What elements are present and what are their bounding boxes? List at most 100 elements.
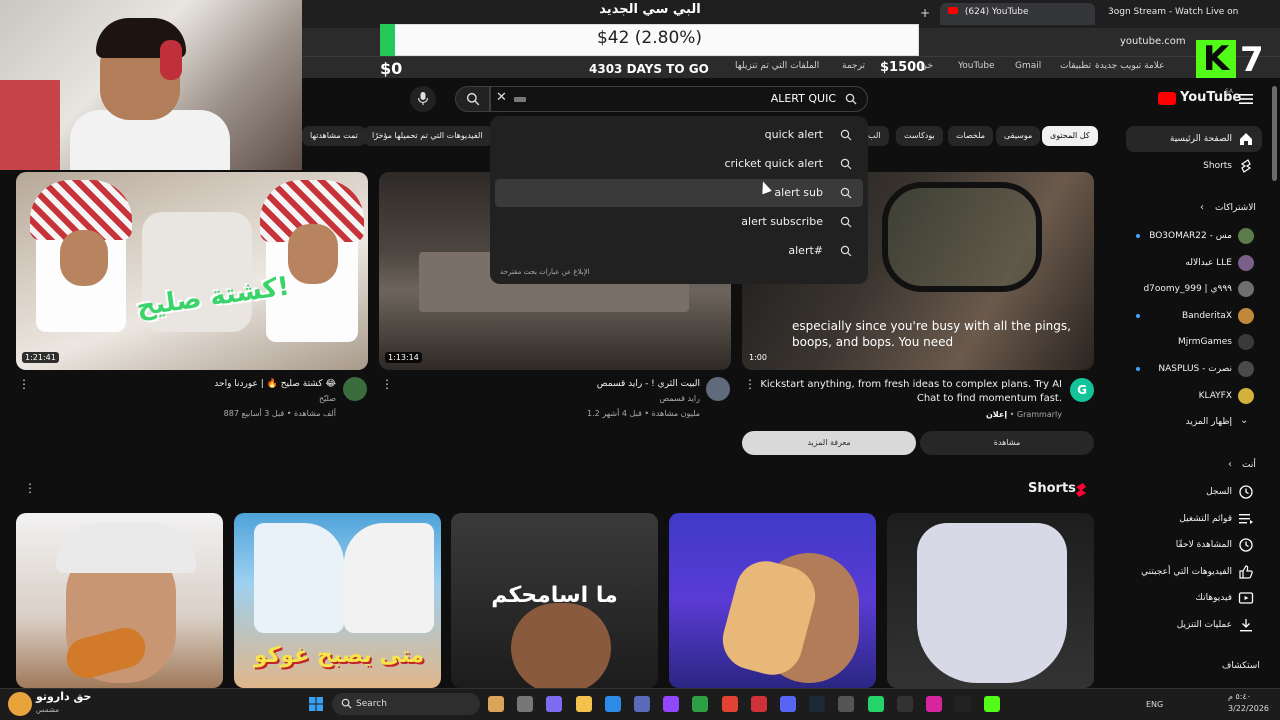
report-suggestions-link[interactable]: الإبلاغ عن عبارات بحث مقترحة — [500, 268, 590, 276]
new-content-dot — [1136, 313, 1140, 318]
bookmark-translate[interactable]: ترجمة — [842, 61, 865, 71]
home-icon — [1240, 133, 1252, 145]
search-icon — [845, 93, 857, 105]
video-title[interactable]: البيت الثري ! - رايد قسمص — [520, 379, 700, 389]
clock-date[interactable]: 3/22/2026 — [1228, 704, 1269, 713]
youtube-logo-icon[interactable] — [1158, 92, 1176, 105]
bookmark-gmail[interactable]: Gmail — [1015, 61, 1041, 71]
channel-avatar[interactable] — [706, 377, 730, 401]
video-thumbnail[interactable]: كشتة صليح! 1:21:41 — [16, 172, 368, 370]
video-meta: 887 ألف مشاهدة • قبل 3 أسابيع — [223, 409, 336, 418]
url-field[interactable]: youtube.com — [1120, 36, 1186, 47]
chip-all[interactable]: كل المحتوى — [1042, 126, 1098, 146]
bookmark-new-tab[interactable]: علامة تبويب جديدة — [1095, 61, 1165, 71]
person-face — [511, 603, 611, 688]
channel-name[interactable]: صليّح — [150, 394, 336, 403]
more-options-icon[interactable]: ⋮ — [381, 377, 393, 391]
ad-title-line2[interactable]: Chat to find momentum fast. — [760, 393, 1062, 404]
copilot-icon[interactable] — [546, 696, 563, 712]
kick-icon[interactable] — [984, 696, 1001, 712]
task-view-icon[interactable] — [517, 696, 534, 712]
menu-icon[interactable] — [1238, 91, 1254, 107]
webcam-feed — [0, 0, 302, 170]
epic-icon[interactable] — [896, 696, 913, 712]
discord-icon[interactable] — [780, 696, 796, 712]
search-input-value[interactable]: ALERT QUIC — [700, 92, 836, 105]
shorts-title: Shorts — [1028, 481, 1076, 496]
chip-mixes[interactable]: ملخصات — [948, 126, 994, 146]
you-header[interactable]: أنت — [1242, 460, 1256, 470]
xbox-icon[interactable] — [692, 696, 709, 712]
weather-icon[interactable] — [8, 692, 32, 716]
instagram-icon[interactable] — [926, 696, 942, 712]
scrollbar[interactable] — [1272, 86, 1277, 181]
watch-button[interactable]: مشاهدة — [920, 431, 1094, 455]
search-suggestion[interactable]: alert sub — [495, 179, 863, 207]
more-options-icon[interactable]: ⋮ — [744, 377, 756, 391]
app-burger-icon[interactable] — [488, 696, 504, 712]
channel-name[interactable]: رايد قسمص — [520, 394, 700, 403]
windows-start-icon[interactable] — [308, 696, 324, 712]
search-icon — [466, 92, 480, 106]
goal-title: البي سي الجديد — [599, 2, 701, 17]
channel-avatar[interactable] — [343, 377, 367, 401]
twitch-icon[interactable] — [663, 696, 680, 712]
edge-icon[interactable] — [604, 696, 621, 712]
bookmark-youtube[interactable]: YouTube — [958, 61, 995, 71]
keyboard-icon[interactable] — [514, 97, 526, 102]
app-icon[interactable] — [838, 696, 855, 712]
clock-time[interactable]: ٥:٤٠ م — [1228, 692, 1251, 701]
weather-title: حق داروتو — [36, 690, 92, 703]
sidebar-item-label: إظهار المزيد — [1185, 417, 1232, 428]
voice-search-button[interactable] — [410, 86, 436, 112]
search-suggestion[interactable]: cricket quick alert — [495, 150, 863, 178]
sidebar-item-label: BO3OMAR22 - مس — [1149, 231, 1232, 241]
short-thumbnail[interactable]: متى يصبح غوكو — [234, 513, 441, 688]
video-title[interactable]: كشتة صليح 🔥 | عوردنا واحد 😂 — [150, 379, 336, 389]
bookmark-apps[interactable]: تطبيقات — [1060, 61, 1091, 71]
search-button[interactable] — [455, 86, 490, 112]
subscriptions-header[interactable]: الاشتراكات — [1215, 203, 1256, 213]
taskbar-search[interactable]: Search — [332, 693, 480, 715]
tab-kick[interactable]: 3ogn Stream - Watch Live on Ki — [1100, 3, 1240, 25]
chrome-icon[interactable] — [721, 696, 738, 712]
record-icon[interactable] — [750, 696, 767, 712]
tab-youtube[interactable]: (624) YouTube — [940, 3, 1095, 25]
ad-title-line1[interactable]: Kickstart anything, from fresh ideas to … — [760, 379, 1062, 390]
more-options-icon[interactable]: ⋮ — [18, 377, 30, 391]
taskbar-search-label: Search — [356, 699, 387, 709]
short-thumbnail[interactable] — [887, 513, 1094, 688]
short-overlay-text: ما اسامحكم — [491, 583, 618, 608]
chip-music[interactable]: موسيقى — [996, 126, 1041, 146]
clear-search-icon[interactable]: ✕ — [496, 90, 507, 105]
youtube-favicon-icon — [948, 7, 958, 14]
steam-icon[interactable] — [809, 696, 826, 712]
capcut-icon[interactable] — [955, 696, 972, 712]
search-suggestion[interactable]: alert subscribe — [495, 208, 863, 236]
chip-recently-uploaded[interactable]: الفيديوهات التي تم تحميلها مؤخرًا — [364, 126, 491, 146]
sidebar-item-label: MjrmGames — [1177, 337, 1232, 348]
more-options-icon[interactable]: ⋮ — [24, 481, 36, 495]
short-thumbnail[interactable] — [16, 513, 223, 688]
anime-figure — [254, 523, 344, 633]
sidebar-item-label: عبدالاله LLE — [1185, 257, 1232, 268]
new-tab-icon[interactable]: + — [920, 6, 930, 20]
short-thumbnail[interactable] — [669, 513, 876, 688]
chip-watched[interactable]: تمت مشاهدتها — [302, 126, 366, 146]
language-indicator[interactable]: ENG — [1146, 700, 1163, 709]
chip-podcast[interactable]: بودكاست — [896, 126, 943, 146]
sidebar-item-label: عمليات التنزيل — [1176, 620, 1232, 630]
search-suggestion[interactable]: quick alert — [495, 121, 863, 149]
short-thumbnail[interactable]: ما اسامحكم — [451, 513, 658, 688]
store-icon[interactable] — [634, 696, 650, 712]
grammarly-logo[interactable]: G — [1070, 378, 1094, 402]
chevron-down-icon: ⌄ — [1240, 415, 1249, 427]
bookmark-downloads[interactable]: الملفات التي تم تنزيلها — [735, 61, 819, 71]
learn-more-button[interactable]: معرفة المزيد — [742, 431, 916, 455]
like-icon — [1239, 565, 1253, 579]
file-explorer-icon[interactable] — [575, 696, 592, 712]
search-suggestion[interactable]: alert# — [495, 237, 863, 265]
region-code: SA — [1225, 88, 1234, 95]
whatsapp-icon[interactable] — [867, 696, 884, 712]
avatar — [1238, 228, 1254, 244]
